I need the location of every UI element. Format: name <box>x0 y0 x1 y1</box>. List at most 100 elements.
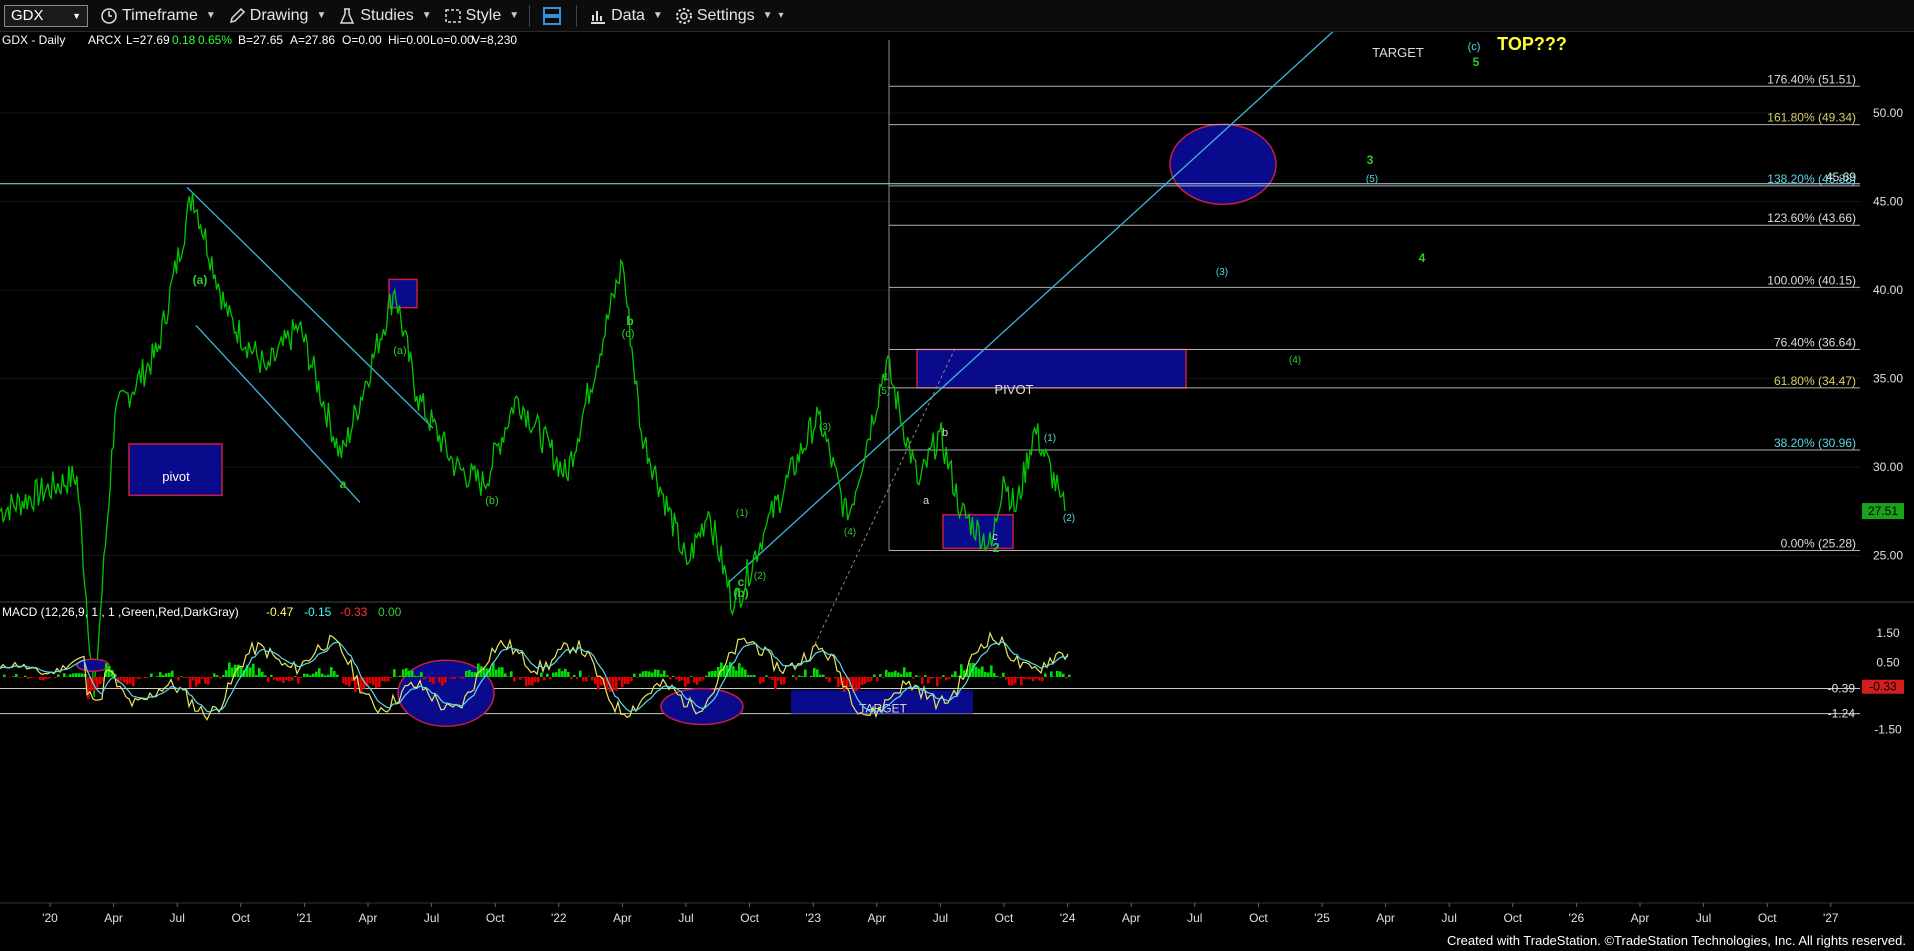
macd-histogram-bar <box>321 673 324 677</box>
macd-histogram-bar <box>468 670 471 677</box>
style-button[interactable]: Style ▼ <box>444 7 519 25</box>
macd-histogram-bar <box>885 669 888 677</box>
macd-histogram-bar <box>510 671 513 677</box>
footer-copyright: Created with TradeStation. ©TradeStation… <box>1446 933 1906 948</box>
drawing-button[interactable]: Drawing ▼ <box>228 7 327 25</box>
wave-label: (a) <box>393 345 406 357</box>
macd-histogram-bar <box>546 673 549 677</box>
macd-histogram-bar <box>372 677 375 686</box>
fib-lines: 261.80% (64.28)200.00% (55.02)176.40% (5… <box>0 32 1860 645</box>
macd-histogram-bar <box>300 677 303 679</box>
header-volume: V=8,230 <box>472 33 517 47</box>
gear-icon <box>675 7 692 24</box>
macd-histogram-bar <box>900 674 903 677</box>
macd-histogram-bar <box>411 670 414 677</box>
header-bid: B=27.65 <box>238 33 283 47</box>
macd-histogram-bar <box>258 668 261 677</box>
macd-histogram-bar <box>747 674 750 677</box>
macd-histogram-bar <box>252 663 255 677</box>
macd-histogram-bar <box>261 671 264 677</box>
macd-histogram-bar <box>525 677 528 687</box>
macd-histogram-bar <box>219 677 222 679</box>
macd-histogram-bar <box>222 674 225 677</box>
layout-button[interactable] <box>542 6 566 26</box>
macd-histogram-bar <box>69 674 72 677</box>
macd-histogram-bar <box>165 673 168 677</box>
fib-level-label: 0.00% (25.28) <box>1781 537 1856 551</box>
date-tick-label: Apr <box>104 911 123 925</box>
macd-histogram-bar <box>591 677 594 681</box>
macd-histogram-bar <box>699 677 702 682</box>
style-icon <box>444 8 461 23</box>
macd-histogram-bar <box>12 676 15 677</box>
macd-histogram-bar <box>576 677 579 679</box>
macd-histogram-bar <box>144 677 147 678</box>
wave-label: b <box>942 427 948 439</box>
macd-histogram-bar <box>24 675 27 677</box>
layout-icon <box>543 6 562 25</box>
macd-histogram-bar <box>177 677 180 681</box>
macd-histogram-bar <box>897 672 900 677</box>
last-price-label: 27.51 <box>1868 504 1898 518</box>
caret-icon: ▼ <box>316 10 327 21</box>
macd-histogram-bar <box>285 677 288 681</box>
macd-histogram-bar <box>1002 672 1005 677</box>
macd-histogram-bar <box>303 673 306 677</box>
macd-histogram-bar <box>279 677 282 681</box>
macd-histogram-bar <box>342 677 345 684</box>
timeframe-label: Timeframe <box>122 6 198 24</box>
macd-histogram-bar <box>501 667 504 677</box>
macd-histogram-bar <box>669 677 672 680</box>
macd-histogram-bar <box>804 669 807 677</box>
data-button[interactable]: Data ▼ <box>589 7 663 25</box>
macd-histogram-bar <box>582 677 585 682</box>
macd-histogram-bar <box>573 674 576 677</box>
chevron-down-icon: ▼ <box>72 10 81 21</box>
macd-histogram-bar <box>495 669 498 677</box>
macd-histogram-bar <box>420 672 423 677</box>
macd-histogram-bar <box>513 677 516 682</box>
macd-histogram-bar <box>465 670 468 677</box>
wave-label: 4 <box>1419 251 1426 265</box>
timeframe-button[interactable]: Timeframe ▼ <box>100 7 216 25</box>
settings-button[interactable]: Settings ▼ ▾ <box>675 7 784 25</box>
macd-histogram-bar <box>570 677 573 680</box>
chart-canvas[interactable]: GDX - Daily ARCX L=27.69 0.18 0.65% B=27… <box>0 32 1914 951</box>
macd-histogram-bar <box>189 677 192 689</box>
macd-histogram-bar <box>306 673 309 677</box>
macd-histogram-bar <box>984 671 987 677</box>
macd-histogram-bar <box>375 677 378 688</box>
macd-histogram-bar <box>138 677 141 680</box>
macd-histogram-bar <box>978 668 981 677</box>
wave-label: (5) <box>1366 174 1378 185</box>
caret-icon: ▼ <box>762 10 773 21</box>
macd-histogram-bar <box>708 671 711 677</box>
macd-histogram-bar <box>1041 677 1044 682</box>
symbol-input[interactable]: GDX ▼ <box>4 4 88 27</box>
macd-histogram-bar <box>705 675 708 677</box>
macd-histogram-bar <box>39 677 42 680</box>
macd-histogram-bar <box>675 677 678 680</box>
macd-histogram-bar <box>567 672 570 677</box>
caret-icon: ▼ <box>421 10 432 21</box>
macd-histogram-bar <box>921 677 924 684</box>
macd-histogram-bar <box>57 674 60 677</box>
macd-histogram-bar <box>1008 677 1011 686</box>
pencil-icon <box>229 7 245 23</box>
macd-histogram-bar <box>498 667 501 677</box>
macd-histogram-bar <box>795 677 798 680</box>
macd-histogram-bar <box>381 677 384 682</box>
macd-histogram-bar <box>882 677 885 678</box>
macd-histogram-bar <box>822 674 825 677</box>
macd-histogram-bar <box>909 671 912 677</box>
macd-ellipse <box>660 687 744 726</box>
macd-histogram-bar <box>687 677 690 684</box>
macd-histogram-bar <box>1062 673 1065 677</box>
macd-histogram-bar <box>1047 677 1050 678</box>
horizontal-line-label: 45.69 <box>1826 170 1856 184</box>
macd-histogram-bar <box>666 675 669 677</box>
pivot-box-upper <box>916 348 1187 389</box>
studies-button[interactable]: Studies ▼ <box>338 7 432 25</box>
date-tick-label: Jul <box>1442 911 1457 925</box>
macd-histogram-bar <box>297 677 300 684</box>
